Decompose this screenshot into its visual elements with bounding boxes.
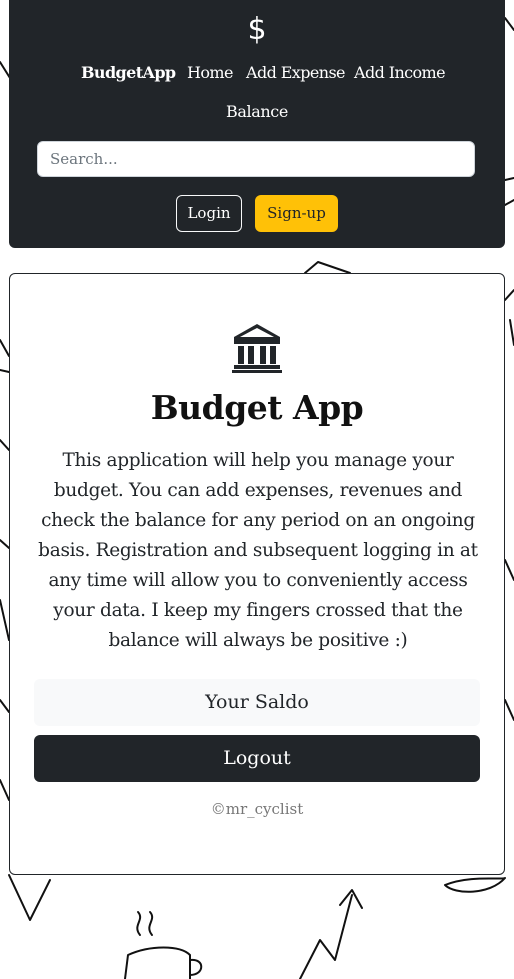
nav-links: BudgetApp Home Add Expense Add Income: [9, 62, 505, 86]
nav-link-home[interactable]: Home: [187, 62, 233, 84]
bank-icon: [232, 324, 282, 373]
signup-button[interactable]: Sign-up: [255, 195, 338, 232]
dollar-icon: $: [247, 12, 267, 47]
card-description: This application will help you manage yo…: [38, 450, 478, 651]
brand-link[interactable]: BudgetApp: [81, 62, 176, 84]
nav-link-add-expense[interactable]: Add Expense: [246, 62, 346, 84]
card-title: Budget App: [150, 388, 364, 427]
copyright-text: ©mr_cyclist: [210, 800, 304, 818]
nav-link-add-income[interactable]: Add Income: [354, 62, 446, 84]
logout-button[interactable]: Logout: [34, 735, 480, 782]
navbar: $ BudgetApp Home Add Expense Add Income …: [9, 0, 505, 248]
login-button[interactable]: Login: [176, 195, 242, 232]
nav-link-balance[interactable]: Balance: [9, 102, 505, 121]
your-saldo-button[interactable]: Your Saldo: [34, 679, 480, 726]
search-input[interactable]: [37, 141, 475, 177]
info-card: Budget App This application will help yo…: [9, 273, 505, 875]
